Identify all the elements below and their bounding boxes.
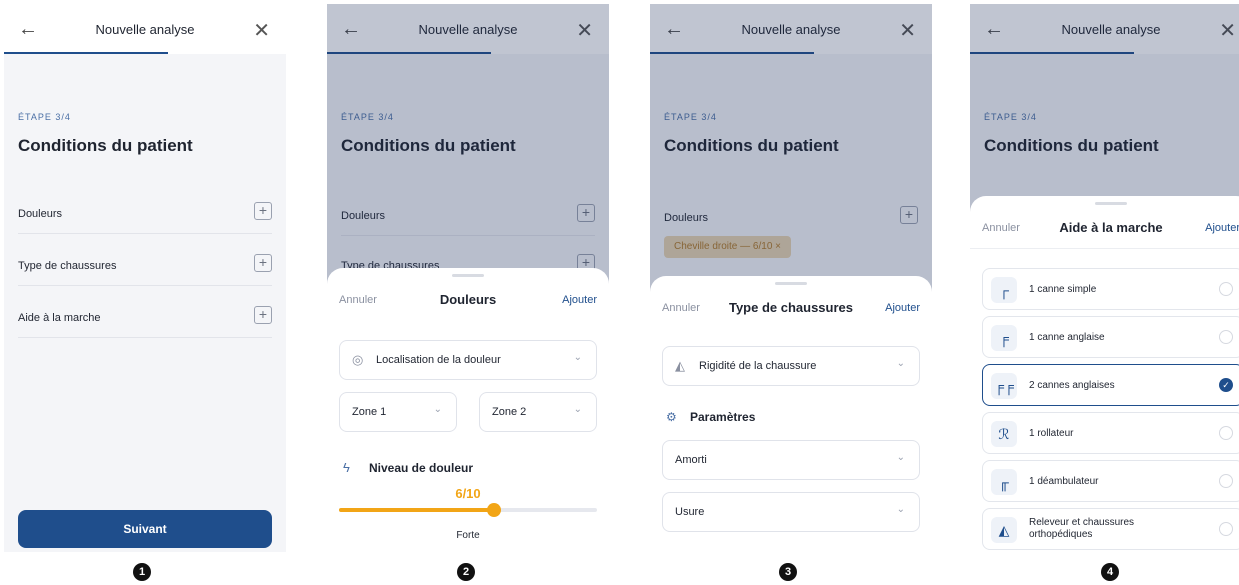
sheet-handle[interactable] — [452, 274, 484, 277]
condition-row-aide[interactable]: Aide à la marche + — [18, 300, 272, 338]
screen-conditions: ← Nouvelle analyse ✕ ÉTAPE 3/4 Condition… — [4, 4, 286, 552]
chevron-down-icon: ⌄ — [896, 452, 905, 463]
aid-option[interactable]: ╒ 1 canne anglaise — [982, 316, 1239, 358]
pain-level-title: Niveau de douleur — [369, 461, 474, 475]
close-icon[interactable]: ✕ — [253, 18, 270, 43]
condition-row-chaussures[interactable]: Type de chaussures + — [18, 248, 272, 286]
chevron-down-icon: ⌄ — [896, 504, 905, 515]
pain-slider[interactable] — [339, 503, 597, 517]
crutch-icon: ╒ — [991, 325, 1017, 351]
pain-level-label: Forte — [456, 530, 480, 541]
aid-option[interactable]: ◭ Releveur et chaussures orthopédiques — [982, 508, 1239, 550]
aid-option[interactable]: ℛ 1 rollateur — [982, 412, 1239, 454]
step-badge-4: 4 — [1101, 563, 1119, 581]
screen-aid-sheet: ← Nouvelle analyse ✕ ÉTAPE 3/4 Condition… — [970, 4, 1239, 552]
select-label: Zone 2 — [492, 406, 527, 418]
pain-location-select[interactable]: ◎ Localisation de la douleur ⌄ — [339, 340, 597, 380]
pain-level-value: 6/10 — [455, 486, 481, 501]
chevron-down-icon: ⌄ — [573, 352, 582, 363]
app-header: ← Nouvelle analyse ✕ — [4, 4, 286, 54]
add-button[interactable]: Ajouter — [562, 294, 597, 306]
gear-icon: ⚙ — [666, 410, 677, 424]
radio-button[interactable] — [1219, 282, 1233, 296]
radio-button[interactable] — [1219, 474, 1233, 488]
aid-option[interactable]: ┌ 1 canne simple — [982, 268, 1239, 310]
radio-button[interactable] — [1219, 330, 1233, 344]
shoe-sheet: Annuler Type de chaussures Ajouter ◭ Rig… — [650, 276, 932, 552]
lightning-icon: ϟ — [343, 460, 350, 475]
add-icon[interactable]: + — [254, 306, 272, 324]
screen-shoe-sheet: ← Nouvelle analyse ✕ ÉTAPE 3/4 Condition… — [650, 4, 932, 552]
aid-option-selected[interactable]: ╒╒ 2 cannes anglaises ✓ — [982, 364, 1239, 406]
walker-icon: ╓ — [991, 469, 1017, 495]
select-label: Amorti — [675, 454, 707, 466]
target-icon: ◎ — [352, 352, 364, 367]
add-icon[interactable]: + — [254, 254, 272, 272]
step-badge-3: 3 — [779, 563, 797, 581]
aid-sheet: Annuler Aide à la marche Ajouter ┌ 1 can… — [970, 196, 1239, 552]
step-badge-2: 2 — [457, 563, 475, 581]
damping-select[interactable]: Amorti ⌄ — [662, 440, 920, 480]
condition-label: Aide à la marche — [18, 312, 101, 324]
slider-fill — [339, 508, 494, 512]
screen-pain-sheet: ← Nouvelle analyse ✕ ÉTAPE 3/4 Condition… — [327, 4, 609, 552]
add-icon[interactable]: + — [254, 202, 272, 220]
chevron-down-icon: ⌄ — [433, 404, 442, 415]
sheet-handle[interactable] — [1095, 202, 1127, 205]
add-button[interactable]: Ajouter — [885, 302, 920, 314]
checkmark-icon[interactable]: ✓ — [1219, 378, 1233, 392]
page-title: Conditions du patient — [18, 136, 193, 155]
condition-label: Douleurs — [18, 208, 63, 220]
aid-option-label: 2 cannes anglaises — [1029, 380, 1115, 391]
aid-option[interactable]: ╓ 1 déambulateur — [982, 460, 1239, 502]
slider-knob[interactable] — [486, 503, 501, 517]
radio-button[interactable] — [1219, 522, 1233, 536]
shoe-icon: ◭ — [675, 358, 685, 373]
select-label: Zone 1 — [352, 406, 387, 418]
sheet-handle[interactable] — [775, 282, 807, 285]
aid-option-label: 1 canne anglaise — [1029, 332, 1105, 343]
aid-option-label: Releveur et chaussures orthopédiques — [1029, 517, 1135, 540]
zone1-select[interactable]: Zone 1 ⌄ — [339, 392, 457, 432]
condition-label: Type de chaussures — [18, 260, 117, 272]
select-label: Rigidité de la chaussure — [699, 360, 817, 372]
orthopedic-shoe-icon: ◭ — [991, 517, 1017, 543]
radio-button[interactable] — [1219, 426, 1233, 440]
progress-underline — [4, 52, 168, 54]
select-label: Usure — [675, 506, 705, 518]
zone2-select[interactable]: Zone 2 ⌄ — [479, 392, 597, 432]
step-badge-1: 1 — [133, 563, 151, 581]
step-label: ÉTAPE 3/4 — [18, 112, 71, 122]
next-button[interactable]: Suivant — [18, 510, 272, 548]
chevron-down-icon: ⌄ — [896, 358, 905, 369]
header-title: Nouvelle analyse — [95, 22, 195, 37]
sheet-divider — [970, 248, 1239, 249]
double-crutch-icon: ╒╒ — [991, 373, 1017, 399]
rigidity-select[interactable]: ◭ Rigidité de la chaussure ⌄ — [662, 346, 920, 386]
aid-option-label: 1 rollateur — [1029, 428, 1074, 439]
aid-option-label: 1 canne simple — [1029, 284, 1097, 295]
wear-select[interactable]: Usure ⌄ — [662, 492, 920, 532]
sheet-title: Aide à la marche — [1059, 220, 1163, 235]
condition-row-douleurs[interactable]: Douleurs + — [18, 196, 272, 234]
aid-option-label: 1 déambulateur — [1029, 476, 1099, 487]
chevron-down-icon: ⌄ — [573, 404, 582, 415]
params-title: Paramètres — [690, 410, 756, 424]
select-label: Localisation de la douleur — [376, 354, 501, 366]
rollator-icon: ℛ — [991, 421, 1017, 447]
cane-icon: ┌ — [991, 277, 1017, 303]
add-button[interactable]: Ajouter — [1205, 222, 1239, 234]
